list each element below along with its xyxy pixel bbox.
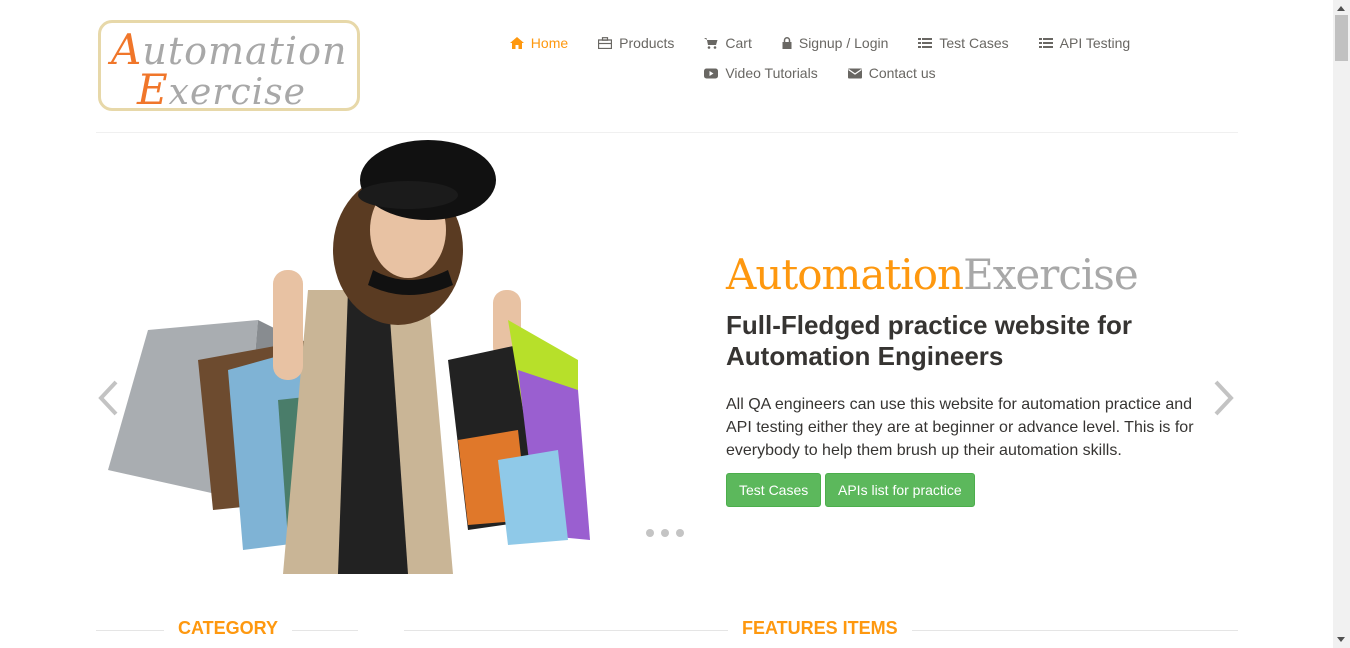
carousel-dot[interactable] [676, 529, 684, 537]
hero-shopping-girl-image [108, 140, 590, 574]
slider-next-button[interactable] [1212, 378, 1236, 418]
hero-description: All QA engineers can use this website fo… [726, 396, 1194, 459]
vertical-scrollbar[interactable] [1333, 0, 1350, 648]
nav-row-2: Video Tutorials Contact us [470, 58, 1170, 88]
hero-subtitle: Full-Fledged practice website for Automa… [726, 310, 1132, 371]
nav-test-cases[interactable]: Test Cases [918, 35, 1009, 51]
youtube-icon [704, 68, 719, 78]
category-heading: CATEGORY [164, 618, 293, 639]
nav-api-testing-label: API Testing [1059, 35, 1131, 51]
carousel-indicators [646, 529, 684, 537]
logo-text-2: xercise [168, 72, 306, 113]
home-icon [509, 37, 524, 49]
nav-contact-us[interactable]: Contact us [847, 65, 936, 81]
hero-title-part1: Automation [726, 250, 964, 299]
nav-signup-login[interactable]: Signup / Login [782, 35, 889, 51]
hero-title-part2: Exercise [963, 250, 1139, 299]
nav-products-label: Products [619, 35, 675, 51]
apis-list-button[interactable]: APIs list for practice [825, 473, 975, 507]
chevron-right-icon [1214, 380, 1234, 416]
site-logo[interactable]: Automation Exercise [98, 20, 360, 114]
lock-icon [782, 37, 792, 49]
nav-api-testing[interactable]: API Testing [1038, 35, 1131, 51]
carousel-dot[interactable] [646, 529, 654, 537]
nav-video-label: Video Tutorials [725, 65, 818, 81]
header-divider [96, 132, 1238, 133]
nav-cart[interactable]: Cart [704, 35, 752, 51]
features-items-heading: FEATURES ITEMS [728, 618, 912, 639]
test-cases-button[interactable]: Test Cases [726, 473, 822, 507]
scroll-down-arrow-icon[interactable] [1337, 637, 1345, 642]
main-nav: Home Products Cart Signup / Login Test C… [470, 28, 1170, 88]
scrollbar-thumb[interactable] [1335, 15, 1348, 61]
logo-cap-e: E [137, 65, 169, 114]
envelope-icon [847, 68, 862, 78]
cart-icon [704, 38, 718, 49]
nav-signup-label: Signup / Login [798, 35, 889, 51]
hero-title: AutomationExercise [726, 250, 1139, 299]
nav-home-label: Home [530, 35, 569, 51]
nav-video-tutorials[interactable]: Video Tutorials [704, 65, 818, 81]
nav-products[interactable]: Products [598, 35, 674, 51]
scroll-up-arrow-icon[interactable] [1337, 6, 1345, 11]
nav-row-1: Home Products Cart Signup / Login Test C… [470, 28, 1170, 58]
list-icon [918, 38, 933, 48]
nav-test-cases-label: Test Cases [939, 35, 1009, 51]
nav-contact-label: Contact us [868, 65, 936, 81]
nav-home[interactable]: Home [509, 35, 569, 51]
carousel-dot[interactable] [661, 529, 669, 537]
briefcase-icon [598, 37, 613, 49]
list-icon [1038, 38, 1053, 48]
logo-line-2: Exercise [137, 65, 306, 114]
nav-cart-label: Cart [725, 35, 752, 51]
